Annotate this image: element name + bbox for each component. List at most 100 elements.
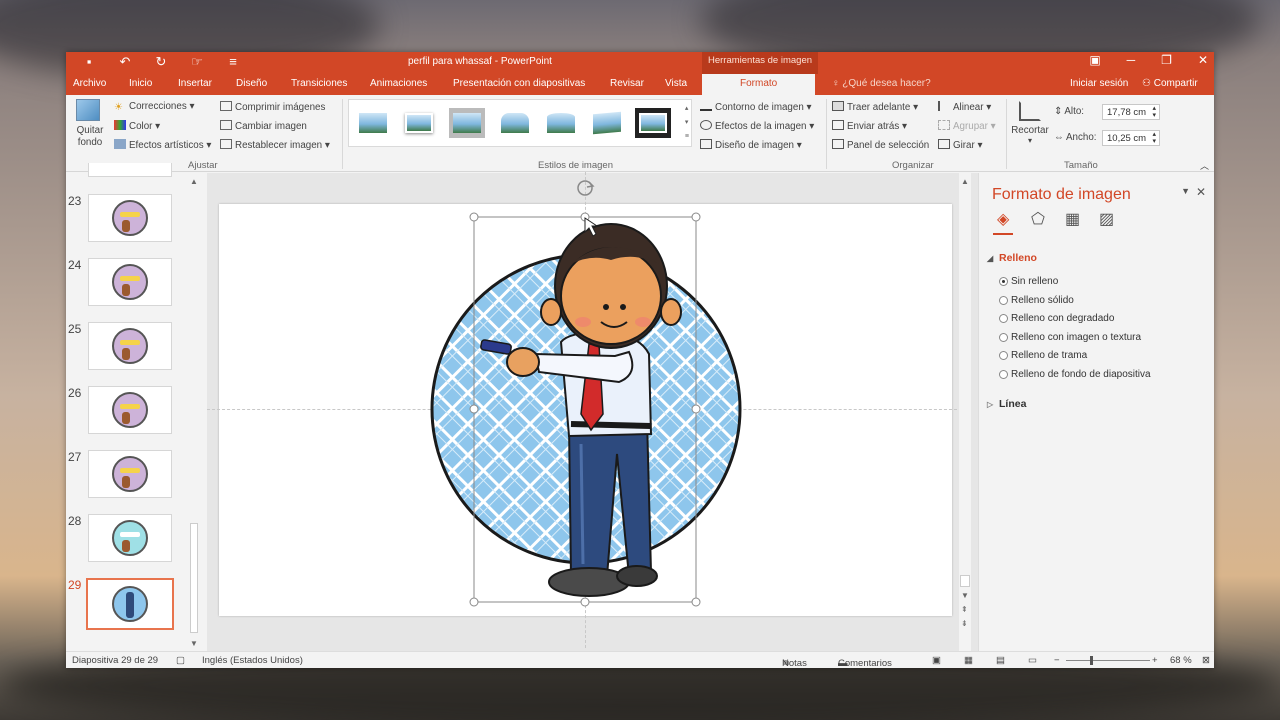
customize-icon[interactable]: ≡ — [224, 54, 242, 70]
spelling-icon[interactable]: ▢ — [176, 655, 185, 666]
remove-background-button[interactable]: Quitar fondo — [72, 99, 104, 149]
slide-sorter-icon[interactable]: ▦ — [964, 655, 973, 666]
picture-icon[interactable]: ▨ — [1099, 209, 1119, 229]
color-button[interactable]: Color ▾ — [114, 120, 160, 132]
tell-me-search[interactable]: ♀ ¿Qué desea hacer? — [832, 78, 931, 89]
scroll-thumb[interactable] — [960, 575, 970, 587]
zoom-level[interactable]: 68 % — [1170, 655, 1192, 666]
undo-icon[interactable]: ↶ — [116, 54, 134, 70]
zoom-slider-thumb[interactable] — [1090, 656, 1093, 665]
send-backward-button[interactable]: Enviar atrás ▾ — [832, 120, 907, 132]
tab-vista[interactable]: Vista — [665, 78, 687, 89]
effects-icon[interactable]: ⬠ — [1031, 209, 1051, 229]
fill-option[interactable]: Relleno de trama — [999, 350, 1087, 361]
picture-border-button[interactable]: Contorno de imagen ▾ — [700, 101, 811, 113]
selection-pane-icon — [832, 139, 844, 149]
redo-icon[interactable]: ↻ — [152, 54, 170, 70]
collapse-ribbon-icon[interactable]: ︿ — [1200, 159, 1209, 172]
fill-option[interactable]: Relleno con imagen o textura — [999, 332, 1141, 343]
slides-scrollbar[interactable]: ▲ ▼ — [188, 173, 200, 651]
height-input[interactable]: 17,78 cm ▴ ▾ — [1102, 104, 1160, 120]
align-button[interactable]: Alinear ▾ — [938, 101, 991, 113]
slide-thumbnail-selected[interactable] — [86, 578, 174, 630]
picture-style-2[interactable] — [401, 108, 437, 138]
slide-thumbnail-partial[interactable] — [88, 163, 172, 177]
fill-option[interactable]: Relleno sólido — [999, 295, 1074, 306]
artistic-effects-button[interactable]: Efectos artísticos ▾ — [114, 139, 211, 151]
compress-pictures-button[interactable]: Comprimir imágenes — [220, 101, 325, 113]
slideshow-icon[interactable]: ▭ — [1028, 655, 1037, 666]
slide-thumbnail[interactable] — [88, 322, 172, 370]
crop-icon — [1019, 101, 1041, 121]
picture-style-3[interactable] — [449, 108, 485, 138]
share-button[interactable]: ⚇ Compartir — [1142, 78, 1198, 89]
tab-animaciones[interactable]: Animaciones — [370, 78, 427, 89]
selection-pane-button[interactable]: Panel de selección — [832, 139, 929, 151]
tab-formato[interactable]: Formato — [702, 74, 816, 95]
expand-triangle-icon: ▷ — [987, 400, 994, 409]
reset-picture-button[interactable]: Restablecer imagen ▾ — [220, 139, 330, 151]
fill-option[interactable]: Relleno de fondo de diapositiva — [999, 369, 1151, 380]
picture-style-5[interactable] — [543, 108, 579, 138]
bring-forward-button[interactable]: Traer adelante ▾ — [832, 101, 918, 113]
slide-thumbnail[interactable] — [88, 194, 172, 242]
scroll-thumb[interactable] — [190, 523, 198, 633]
tab-insertar[interactable]: Insertar — [178, 78, 212, 89]
fill-option[interactable]: Relleno con degradado — [999, 313, 1114, 324]
change-picture-button[interactable]: Cambiar imagen — [220, 120, 307, 132]
scroll-up-icon[interactable]: ▲ — [961, 177, 969, 186]
corrections-button[interactable]: ☀ Correcciones ▾ — [114, 101, 194, 113]
tab-archivo[interactable]: Archivo — [73, 78, 106, 89]
slide-thumbnail[interactable] — [88, 514, 172, 562]
picture-layout-button[interactable]: Diseño de imagen ▾ — [700, 139, 802, 151]
reading-view-icon[interactable]: ▤ — [996, 655, 1005, 666]
zoom-slider[interactable] — [1066, 660, 1150, 661]
rotate-button[interactable]: Girar ▾ — [938, 139, 982, 151]
picture-effects-button[interactable]: Efectos de la imagen ▾ — [700, 120, 814, 132]
tab-diseno[interactable]: Diseño — [236, 78, 267, 89]
zoom-out-icon[interactable]: − — [1054, 655, 1060, 666]
tab-inicio[interactable]: Inicio — [129, 78, 152, 89]
teacher-picture[interactable] — [219, 180, 952, 616]
picture-style-4[interactable] — [497, 108, 533, 138]
width-label: ⇔ Ancho: — [1054, 132, 1097, 143]
line-section-header[interactable]: ▷ Línea — [987, 398, 1026, 410]
scroll-down-icon[interactable]: ▼ — [961, 591, 969, 600]
fill-section-header[interactable]: ◢ Relleno — [987, 252, 1037, 264]
picture-style-1[interactable] — [355, 108, 391, 138]
previous-slide-icon[interactable]: ⇞ — [961, 605, 968, 614]
slide-thumbnail[interactable] — [88, 258, 172, 306]
editor-scrollbar[interactable]: ▲ ▼ ⇞ ⇟ — [959, 173, 971, 651]
size-properties-icon[interactable]: ▦ — [1065, 209, 1085, 229]
picture-style-7[interactable] — [635, 108, 671, 138]
fit-slide-icon[interactable]: ⊠ — [1202, 655, 1210, 666]
normal-view-icon[interactable]: ▣ — [932, 655, 941, 666]
slide-thumbnail[interactable] — [88, 386, 172, 434]
gallery-scroll[interactable]: ▴ ▾ ≡ — [685, 102, 689, 144]
touch-icon[interactable]: ☞ — [188, 54, 206, 70]
restore-icon[interactable]: ❐ — [1161, 53, 1172, 67]
sign-in-link[interactable]: Iniciar sesión — [1070, 78, 1128, 89]
pane-options-icon[interactable]: ▼ — [1181, 186, 1190, 196]
tab-revisar[interactable]: Revisar — [610, 78, 644, 89]
current-slide[interactable] — [207, 172, 967, 648]
zoom-in-icon[interactable]: + — [1152, 655, 1158, 666]
group-button[interactable]: Agrupar ▾ — [938, 120, 996, 132]
width-input[interactable]: 10,25 cm ▴ ▾ — [1102, 130, 1160, 146]
save-icon[interactable]: ▪ — [80, 54, 98, 70]
picture-style-6[interactable] — [589, 108, 625, 138]
next-slide-icon[interactable]: ⇟ — [961, 619, 968, 628]
slide-thumbnail[interactable] — [88, 450, 172, 498]
tab-transiciones[interactable]: Transiciones — [291, 78, 347, 89]
language-indicator[interactable]: Inglés (Estados Unidos) — [202, 655, 303, 666]
minimize-icon[interactable]: ─ — [1127, 53, 1136, 67]
crop-button[interactable]: Recortar ▾ — [1010, 101, 1050, 145]
fill-line-icon[interactable]: ◈ — [997, 209, 1017, 229]
fill-option[interactable]: Sin relleno — [999, 276, 1058, 287]
scroll-down-icon[interactable]: ▼ — [190, 639, 198, 648]
close-icon[interactable]: ✕ — [1196, 185, 1206, 199]
scroll-up-icon[interactable]: ▲ — [190, 177, 198, 186]
tab-presentacion[interactable]: Presentación con diapositivas — [453, 78, 585, 89]
close-icon[interactable]: ✕ — [1198, 53, 1208, 67]
ribbon-display-icon[interactable]: ▣ — [1089, 53, 1100, 67]
